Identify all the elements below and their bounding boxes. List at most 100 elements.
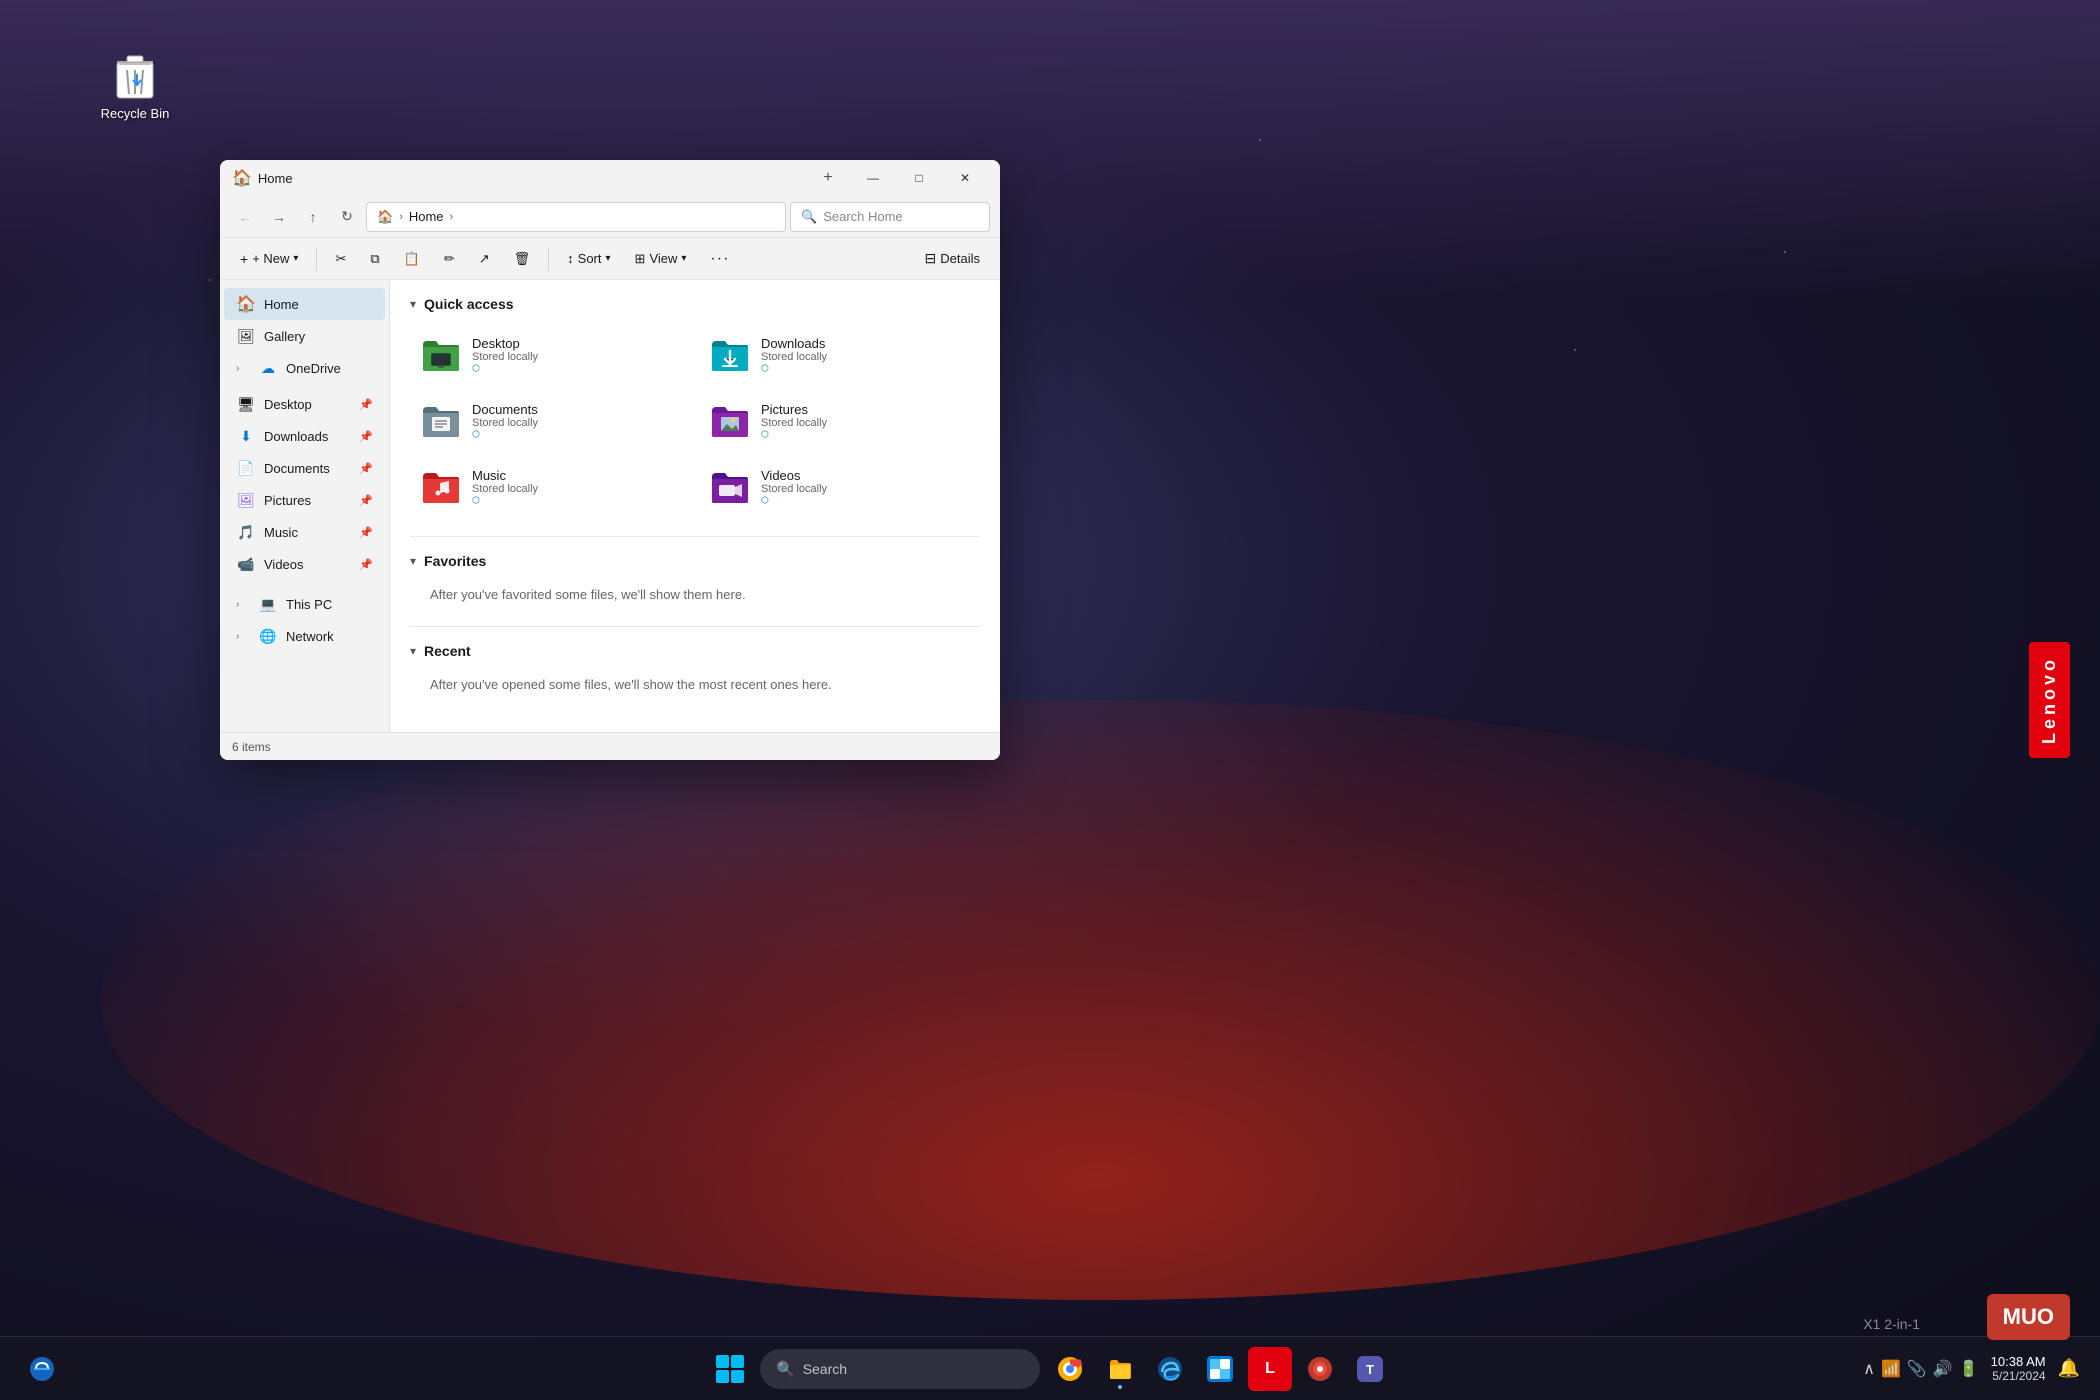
sidebar-label-documents: Documents [264, 461, 330, 476]
sidebar-item-onedrive[interactable]: › ☁ OneDrive [224, 352, 385, 384]
taskbar-store[interactable] [1198, 1347, 1242, 1391]
sidebar-item-downloads[interactable]: ⬇ Downloads 📌 [224, 420, 385, 452]
taskbar-app-red[interactable] [1298, 1347, 1342, 1391]
sidebar-item-network[interactable]: › 🌐 Network [224, 620, 385, 652]
details-icon: ⊟ [925, 250, 937, 267]
red-app-icon [1307, 1356, 1333, 1382]
paperclip-icon[interactable]: 📎 [1907, 1359, 1927, 1379]
view-button[interactable]: ⊞ View ▾ [625, 243, 697, 275]
folder-item-videos[interactable]: Videos Stored locally ⬡ [699, 458, 980, 516]
recent-header[interactable]: ▾ Recent [410, 643, 980, 659]
folder-icon-downloads [710, 337, 750, 373]
quick-access-header[interactable]: ▾ Quick access [410, 296, 980, 312]
sidebar-label-pictures: Pictures [264, 493, 311, 508]
sidebar-label-downloads: Downloads [264, 429, 328, 444]
teams-icon: T [1357, 1356, 1383, 1382]
taskbar-apps: L T [1048, 1347, 1392, 1391]
nav-bar: ← → ↑ ↻ 🏠 › Home › 🔍 Search Home [220, 196, 1000, 238]
search-box[interactable]: 🔍 Search Home [790, 202, 990, 232]
taskbar-chrome[interactable] [1048, 1347, 1092, 1391]
more-button[interactable]: ··· [700, 243, 739, 275]
up-button[interactable]: ↑ [298, 202, 328, 232]
folder-info-pictures: Pictures Stored locally ⬡ [761, 402, 827, 440]
folder-name-videos: Videos [761, 468, 827, 483]
folder-icon-pictures-wrapper [709, 400, 751, 442]
content-area: ▾ Quick access [390, 280, 1000, 732]
rename-button[interactable]: ✏ [434, 243, 465, 275]
sidebar-item-home[interactable]: 🏠 Home [224, 288, 385, 320]
network-expand: › [236, 631, 250, 642]
recent-title: Recent [424, 643, 471, 659]
new-tab-button[interactable]: + [814, 164, 842, 192]
item-count: 6 items [232, 740, 271, 754]
taskbar-edge[interactable] [1148, 1347, 1192, 1391]
taskbar-explorer[interactable] [1098, 1347, 1142, 1391]
taskbar-right: ∧ 📶 📎 🔊 🔋 10:38 AM 5/21/2024 🔔 [1863, 1354, 2080, 1383]
cut-button[interactable]: ✂ [325, 243, 356, 275]
copy-button[interactable]: ⧉ [360, 243, 389, 275]
folder-item-music[interactable]: Music Stored locally ⬡ [410, 458, 691, 516]
sidebar-item-gallery[interactable]: 🖼 Gallery [224, 320, 385, 352]
folder-name-documents: Documents [472, 402, 538, 417]
wifi-icon[interactable]: 📶 [1881, 1359, 1901, 1379]
recycle-bin-label: Recycle Bin [101, 106, 170, 121]
start-button[interactable] [708, 1347, 752, 1391]
sidebar-label-this-pc: This PC [286, 597, 332, 612]
onedrive-icon: ☁ [258, 360, 278, 377]
folder-item-desktop[interactable]: Desktop Stored locally ⬡ [410, 326, 691, 384]
share-button[interactable]: ↗ [469, 243, 500, 275]
sort-button[interactable]: ↕ Sort ▾ [557, 243, 620, 275]
close-button[interactable]: ✕ [942, 160, 988, 196]
address-sep2: › [450, 211, 454, 223]
sidebar-item-videos[interactable]: 📹 Videos 📌 [224, 548, 385, 580]
address-home-icon: 🏠 [377, 209, 393, 225]
sidebar-item-this-pc[interactable]: › 💻 This PC [224, 588, 385, 620]
back-button[interactable]: ← [230, 202, 260, 232]
folder-subtitle-downloads: Stored locally [761, 351, 827, 363]
this-pc-icon: 💻 [258, 596, 278, 613]
folder-item-pictures[interactable]: Pictures Stored locally ⬡ [699, 392, 980, 450]
folder-name-pictures: Pictures [761, 402, 827, 417]
address-bar[interactable]: 🏠 › Home › [366, 202, 786, 232]
taskbar-lenovo-vantage[interactable]: L [1248, 1347, 1292, 1391]
sidebar-item-pictures[interactable]: 🖼 Pictures 📌 [224, 484, 385, 516]
folder-item-documents[interactable]: Documents Stored locally ⬡ [410, 392, 691, 450]
folder-icon-documents [421, 403, 461, 439]
system-clock[interactable]: 10:38 AM 5/21/2024 [1991, 1354, 2046, 1383]
x1-label: X1 2-in-1 [1863, 1316, 1920, 1332]
folder-name-music: Music [472, 468, 538, 483]
notification-bell[interactable]: 🔔 [2058, 1358, 2080, 1379]
sidebar-item-music[interactable]: 🎵 Music 📌 [224, 516, 385, 548]
taskbar-teams[interactable]: T [1348, 1347, 1392, 1391]
network-icon: 🌐 [258, 628, 278, 645]
taskbar-left [20, 1347, 64, 1391]
recycle-bin[interactable]: Recycle Bin [95, 50, 175, 121]
taskbar-center: 🔍 Search [708, 1347, 1392, 1391]
chevron-up-icon[interactable]: ∧ [1863, 1359, 1875, 1379]
delete-button[interactable]: 🗑 [504, 243, 541, 275]
taskbar-search[interactable]: 🔍 Search [760, 1349, 1040, 1389]
refresh-button[interactable]: ↻ [332, 202, 362, 232]
favorites-header[interactable]: ▾ Favorites [410, 553, 980, 569]
gallery-icon: 🖼 [236, 328, 256, 345]
svg-text:T: T [1366, 1362, 1374, 1377]
folder-name-downloads: Downloads [761, 336, 827, 351]
music-sidebar-icon: 🎵 [236, 524, 256, 541]
paste-button[interactable]: 📋 [394, 243, 430, 275]
new-button[interactable]: + + New ▾ [230, 243, 308, 275]
sidebar-item-documents[interactable]: 📄 Documents 📌 [224, 452, 385, 484]
volume-icon[interactable]: 🔊 [1933, 1359, 1953, 1379]
folder-item-downloads[interactable]: Downloads Stored locally ⬡ [699, 326, 980, 384]
minimize-button[interactable]: — [850, 160, 896, 196]
sort-icon: ↕ [567, 251, 574, 266]
taskbar-edge-left[interactable] [20, 1347, 64, 1391]
battery-icon[interactable]: 🔋 [1959, 1359, 1979, 1379]
forward-button[interactable]: → [264, 202, 294, 232]
address-sep1: › [399, 211, 403, 223]
details-button[interactable]: ⊟ Details [915, 243, 990, 275]
maximize-button[interactable]: □ [896, 160, 942, 196]
folder-subtitle-desktop: Stored locally [472, 351, 538, 363]
sidebar-label-gallery: Gallery [264, 329, 305, 344]
downloads-sidebar-icon: ⬇ [236, 428, 256, 445]
sidebar-item-desktop[interactable]: 🖥 Desktop 📌 [224, 388, 385, 420]
